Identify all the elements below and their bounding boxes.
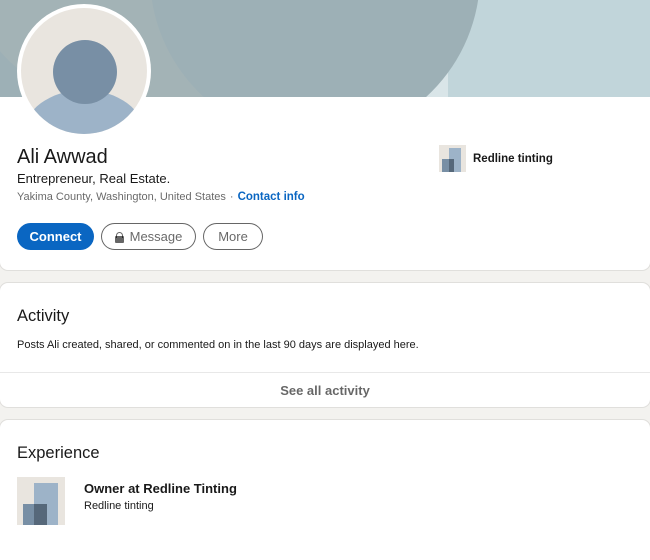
experience-role: Owner at Redline Tinting xyxy=(84,481,237,496)
profile-location: Yakima County, Washington, United States xyxy=(17,191,226,203)
connect-button[interactable]: Connect xyxy=(17,223,94,250)
current-company-name: Redline tinting xyxy=(473,152,553,165)
location-row: Yakima County, Washington, United States… xyxy=(17,191,305,203)
activity-description: Posts Ali created, shared, or commented … xyxy=(17,339,419,351)
profile-headline: Entrepreneur, Real Estate. xyxy=(17,171,171,186)
banner-shape xyxy=(448,0,650,97)
activity-title: Activity xyxy=(17,307,70,325)
profile-name: Ali Awwad xyxy=(17,146,108,168)
experience-section: Experience Owner at Redline Tinting Redl… xyxy=(0,420,650,560)
current-company[interactable]: Redline tinting xyxy=(439,145,553,172)
contact-info-link[interactable]: Contact info xyxy=(238,191,305,203)
see-all-activity-button[interactable]: See all activity xyxy=(0,373,650,407)
more-button[interactable]: More xyxy=(203,223,263,250)
message-button[interactable]: Message xyxy=(101,223,196,250)
profile-top-card: Ali Awwad Entrepreneur, Real Estate. Yak… xyxy=(0,0,650,270)
company-logo-icon xyxy=(439,145,466,172)
avatar-placeholder-icon xyxy=(21,8,147,134)
banner-shape xyxy=(150,0,480,97)
experience-title: Experience xyxy=(17,444,100,462)
experience-company-logo-icon[interactable] xyxy=(17,477,65,525)
separator-dot: · xyxy=(229,191,234,203)
experience-company: Redline tinting xyxy=(84,500,154,512)
profile-avatar[interactable] xyxy=(17,4,151,138)
lock-icon xyxy=(114,231,124,243)
avatar-head-shape xyxy=(53,40,117,104)
message-button-label: Message xyxy=(129,229,183,244)
activity-section: Activity Posts Ali created, shared, or c… xyxy=(0,283,650,407)
